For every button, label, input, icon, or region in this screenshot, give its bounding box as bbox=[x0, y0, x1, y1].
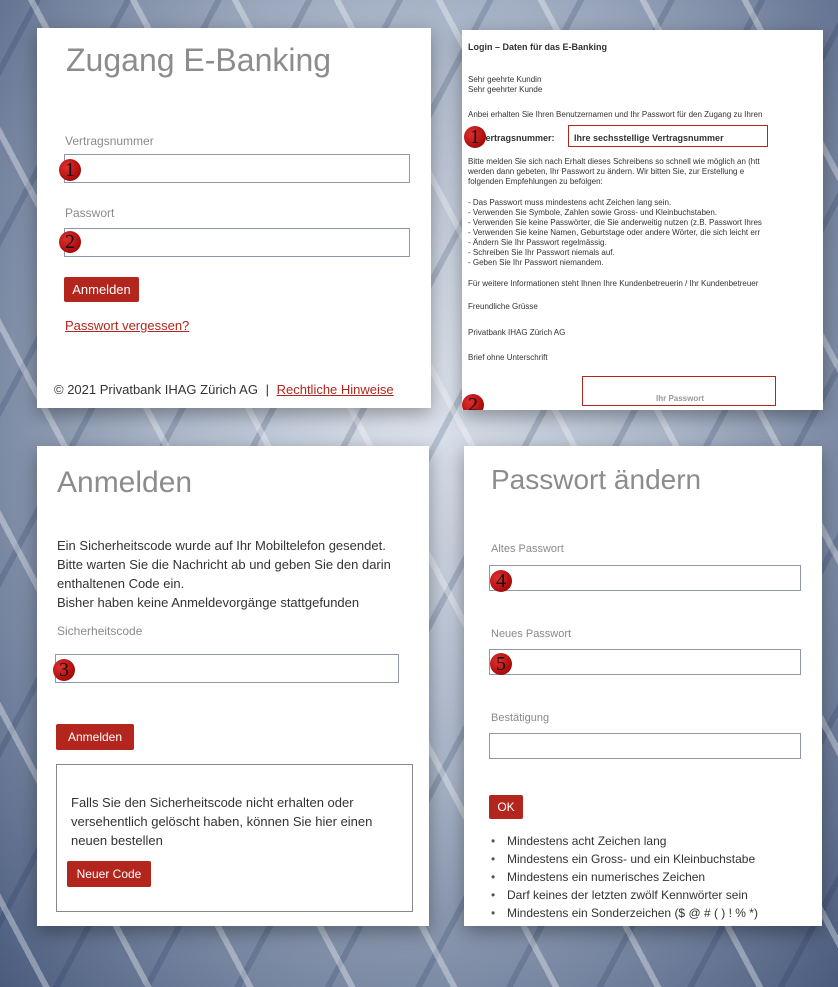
letter-greeting: Freundliche Grüsse bbox=[468, 302, 538, 311]
otp-panel: Anmelden Ein Sicherheitscode wurde auf I… bbox=[37, 446, 429, 926]
step-marker-2: 2 bbox=[59, 231, 81, 253]
letter-rule: - Schreiben Sie Ihr Passwort niemals auf… bbox=[468, 248, 615, 257]
login-footer: © 2021 Privatbank IHAG Zürich AG | Recht… bbox=[54, 382, 394, 397]
forgot-password-link[interactable]: Passwort vergessen? bbox=[65, 318, 189, 333]
change-password-title: Passwort ändern bbox=[491, 464, 702, 495]
rule-bullet: • bbox=[491, 906, 496, 920]
footer-separator: | bbox=[265, 382, 269, 397]
resend-text-line: versehentlich gelöscht haben, können Sie… bbox=[71, 814, 373, 829]
login-button[interactable]: Anmelden bbox=[64, 277, 139, 302]
resend-text-line: Falls Sie den Sicherheitscode nicht erha… bbox=[71, 795, 354, 810]
legal-notice-link[interactable]: Rechtliche Hinweise bbox=[277, 382, 394, 397]
letter-rule: - Ändern Sie Ihr Passwort regelmässig. bbox=[468, 238, 607, 247]
resend-text: Falls Sie den Sicherheitscode nicht erha… bbox=[71, 793, 372, 850]
step-marker-4: 4 bbox=[490, 570, 512, 592]
otp-message-line: Bisher haben keine Anmeldevorgänge statt… bbox=[57, 595, 360, 610]
otp-message-line: Bitte warten Sie die Nachricht ab und ge… bbox=[57, 557, 391, 572]
rule-bullet: • bbox=[491, 834, 496, 848]
new-code-button[interactable]: Neuer Code bbox=[67, 861, 151, 887]
password-rule: Mindestens acht Zeichen lang bbox=[507, 834, 667, 848]
step-marker-3: 3 bbox=[53, 659, 75, 681]
login-panel: Zugang E-Banking Vertragsnummer Passwort… bbox=[37, 28, 431, 408]
old-password-input[interactable] bbox=[489, 565, 801, 591]
contract-number-input[interactable] bbox=[64, 154, 410, 183]
letter-rule: - Verwenden Sie keine Namen, Geburtstage… bbox=[468, 228, 761, 237]
step-marker-2: 2 bbox=[462, 394, 484, 410]
letter-heading: Login – Daten für das E-Banking bbox=[468, 42, 608, 52]
change-password-panel: Passwort ändern Altes Passwort Neues Pas… bbox=[464, 446, 822, 926]
password-rule: Mindestens ein numerisches Zeichen bbox=[507, 870, 706, 884]
letter-para-1: Bitte melden Sie sich nach Erhalt dieses… bbox=[468, 157, 760, 166]
step-marker-1: 1 bbox=[464, 126, 486, 148]
letter-salutation-2: Sehr geehrter Kunde bbox=[468, 85, 543, 94]
password-rule: Mindestens ein Gross- und ein Kleinbuchs… bbox=[507, 852, 756, 866]
rule-bullet: • bbox=[491, 852, 496, 866]
letter-rule: - Geben Sie Ihr Passwort niemandem. bbox=[468, 258, 604, 267]
new-password-label: Neues Passwort bbox=[491, 628, 572, 640]
otp-message-line: Ein Sicherheitscode wurde auf Ihr Mobilt… bbox=[57, 538, 386, 553]
contract-number-label: Vertragsnummer bbox=[65, 134, 154, 148]
otp-title: Anmelden bbox=[57, 466, 193, 499]
copyright-text: © 2021 Privatbank IHAG Zürich AG bbox=[54, 382, 258, 397]
step-marker-5: 5 bbox=[490, 653, 512, 675]
letter-contract-value: Ihre sechsstellige Vertragsnummer bbox=[574, 133, 724, 143]
otp-message: Ein Sicherheitscode wurde auf Ihr Mobilt… bbox=[57, 536, 391, 612]
letter-panel: Login – Daten für das E-Banking Sehr gee… bbox=[462, 30, 823, 410]
letter-password-text: Ihr Passwort bbox=[656, 394, 705, 403]
letter-salutation-1: Sehr geehrte Kundin bbox=[468, 75, 542, 84]
rule-bullet: • bbox=[491, 888, 496, 902]
resend-code-box: Falls Sie den Sicherheitscode nicht erha… bbox=[56, 764, 413, 912]
confirm-password-label: Bestätigung bbox=[491, 712, 550, 724]
letter-info: Für weitere Informationen steht Ihnen Ih… bbox=[468, 279, 759, 288]
password-label: Passwort bbox=[65, 206, 115, 220]
new-password-input[interactable] bbox=[489, 649, 801, 675]
letter-intro: Anbei erhalten Sie Ihren Benutzernamen u… bbox=[468, 110, 763, 119]
letter-signature-note: Brief ohne Unterschrift bbox=[468, 353, 548, 362]
password-rule: Darf keines der letzten zwölf Kennwörter… bbox=[507, 888, 748, 902]
old-password-label: Altes Passwort bbox=[491, 543, 564, 555]
resend-text-line: neuen bestellen bbox=[71, 833, 163, 848]
ok-button[interactable]: OK bbox=[489, 795, 523, 819]
otp-login-button[interactable]: Anmelden bbox=[56, 724, 134, 750]
rule-bullet: • bbox=[491, 870, 496, 884]
otp-message-line: enthaltenen Code ein. bbox=[57, 576, 185, 591]
letter-rule: - Verwenden Sie Symbole, Zahlen sowie Gr… bbox=[468, 208, 718, 217]
security-code-input[interactable] bbox=[55, 654, 399, 683]
confirm-password-input[interactable] bbox=[489, 733, 801, 759]
security-code-label: Sicherheitscode bbox=[57, 624, 143, 638]
letter-contract-label: Vertragsnummer: bbox=[480, 133, 555, 143]
letter-para-3: folgenden Empfehlungen zu befolgen: bbox=[468, 177, 603, 186]
login-title: Zugang E-Banking bbox=[66, 42, 332, 78]
letter-rule: - Das Passwort muss mindestens acht Zeic… bbox=[468, 198, 672, 207]
letter-rule: - Verwenden Sie keine Passwörter, die Si… bbox=[468, 218, 762, 227]
step-marker-1: 1 bbox=[59, 159, 81, 181]
password-input[interactable] bbox=[64, 228, 410, 257]
letter-bank-name: Privatbank IHAG Zürich AG bbox=[468, 328, 566, 337]
password-rule: Mindestens ein Sonderzeichen ($ @ # ( ) … bbox=[507, 906, 758, 920]
letter-para-2: werden dann gebeten, Ihr Passwort zu änd… bbox=[468, 167, 745, 176]
